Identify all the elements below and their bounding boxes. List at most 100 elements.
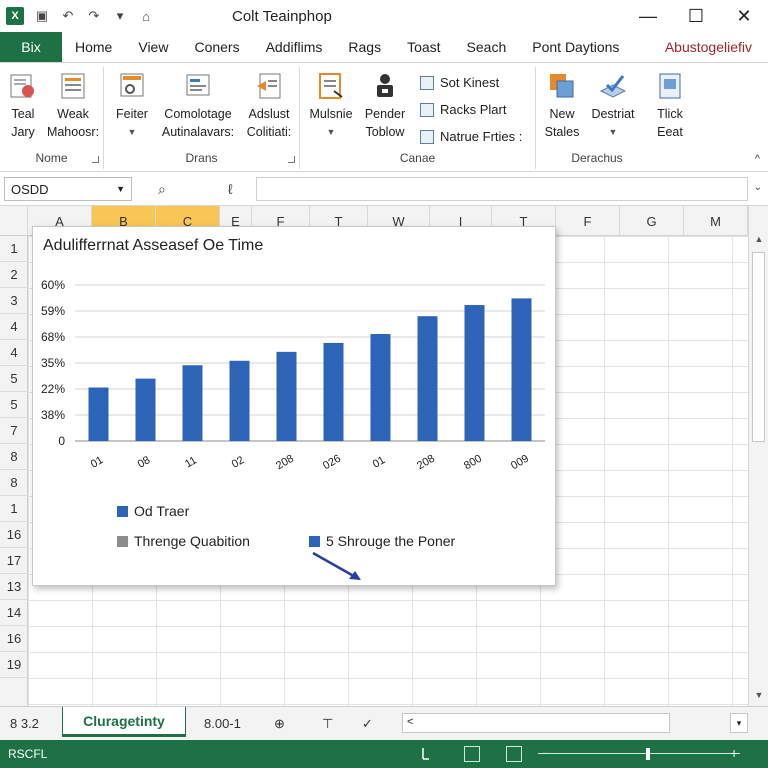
- sheet-nav[interactable]: 8 3.2: [10, 716, 39, 731]
- nome-launcher-icon[interactable]: [92, 156, 99, 163]
- touch-mode-icon[interactable]: ⌂: [138, 8, 154, 24]
- tab-coners[interactable]: Coners: [181, 32, 252, 62]
- select-all-corner[interactable]: [0, 206, 28, 236]
- row-header[interactable]: 13: [0, 574, 28, 600]
- bar[interactable]: [88, 387, 109, 441]
- name-box-dropdown-icon[interactable]: ▼: [116, 184, 125, 194]
- sheet-tab-active[interactable]: Cluragetinty: [62, 707, 186, 737]
- name-box[interactable]: OSDD ▼: [4, 177, 132, 201]
- bar[interactable]: [135, 378, 156, 441]
- feiter-button[interactable]: Feiter ▼: [110, 71, 154, 141]
- scroll-up-icon[interactable]: ▲: [749, 230, 768, 248]
- sheet-check-icon[interactable]: ✓: [362, 716, 373, 732]
- insert-function-icon[interactable]: ℓ: [228, 181, 233, 197]
- tab-view[interactable]: View: [125, 32, 181, 62]
- natrue-frties-button[interactable]: Natrue Frties :: [420, 129, 522, 144]
- weak-button[interactable]: Weak Mahoosr:: [44, 71, 102, 141]
- comolotage-button[interactable]: Comolotage Autinalavars:: [156, 71, 240, 141]
- zoom-slider[interactable]: [538, 753, 740, 754]
- teal-button[interactable]: Teal Jary: [4, 71, 42, 141]
- bar[interactable]: [182, 365, 203, 441]
- row-header[interactable]: 8: [0, 470, 28, 496]
- column-header[interactable]: F: [556, 206, 620, 236]
- sheet-tab-extra[interactable]: 8.00-1: [204, 716, 241, 731]
- column-header[interactable]: G: [620, 206, 684, 236]
- tab-file[interactable]: Bix: [0, 32, 62, 62]
- scroll-thumb[interactable]: [752, 252, 765, 442]
- add-sheet-icon[interactable]: ⊕: [274, 716, 285, 732]
- legend-entry-3[interactable]: 5 Shrouge the Poner: [309, 533, 455, 549]
- row-header[interactable]: 14: [0, 600, 28, 626]
- destriat-dropdown-icon[interactable]: ▼: [609, 123, 618, 141]
- close-button[interactable]: ✕: [720, 0, 768, 32]
- row-header[interactable]: 5: [0, 392, 28, 418]
- tab-addiflims[interactable]: Addiflims: [253, 32, 336, 62]
- row-header[interactable]: 4: [0, 340, 28, 366]
- tab-rags[interactable]: Rags: [335, 32, 394, 62]
- row-header[interactable]: 16: [0, 522, 28, 548]
- row-header[interactable]: 19: [0, 652, 28, 678]
- row-header[interactable]: 1: [0, 236, 28, 262]
- destriat-button[interactable]: Destriat ▼: [584, 71, 642, 141]
- undo-icon[interactable]: ↶: [60, 8, 76, 24]
- redo-icon[interactable]: ↷: [86, 8, 102, 24]
- scroll-left-icon[interactable]: <: [407, 716, 413, 728]
- mulsnie-button[interactable]: Mulsnie ▼: [306, 71, 356, 141]
- zoom-slider-knob[interactable]: [646, 748, 650, 760]
- legend-entry-2[interactable]: Threnge Quabition: [117, 533, 250, 549]
- formula-input[interactable]: [256, 177, 748, 201]
- bar-chart[interactable]: Adulifferrnat Asseasef Oe Time 60% 59% 68%…: [32, 226, 556, 586]
- normal-view-icon[interactable]: [418, 746, 434, 762]
- customize-qat-icon[interactable]: ▾: [112, 8, 128, 24]
- tlick-eeat-button[interactable]: Tlick Eeat: [646, 71, 694, 141]
- tab-home[interactable]: Home: [62, 32, 125, 62]
- row-header[interactable]: 1: [0, 496, 28, 522]
- row-header[interactable]: 3: [0, 288, 28, 314]
- row-header[interactable]: 4: [0, 314, 28, 340]
- row-header[interactable]: 8: [0, 444, 28, 470]
- bar[interactable]: [229, 360, 250, 441]
- bar[interactable]: [511, 298, 532, 441]
- bar[interactable]: [276, 351, 297, 441]
- page-break-icon[interactable]: [506, 746, 522, 762]
- zoom-in-button[interactable]: +: [730, 745, 738, 761]
- legend-entry-1[interactable]: Od Traer: [117, 503, 189, 519]
- racks-plart-button[interactable]: Racks Plart: [420, 102, 506, 117]
- expand-formula-icon[interactable]: ⌄: [754, 182, 762, 193]
- account-name[interactable]: Abustogeliefiv: [665, 39, 752, 55]
- minimize-button[interactable]: —: [624, 0, 672, 32]
- row-header[interactable]: 17: [0, 548, 28, 574]
- row-header[interactable]: 16: [0, 626, 28, 652]
- feiter-dropdown-icon[interactable]: ▼: [128, 123, 137, 141]
- page-layout-icon[interactable]: [464, 746, 480, 762]
- pender-button[interactable]: Pender Toblow: [358, 71, 412, 141]
- drans-launcher-icon[interactable]: [288, 156, 295, 163]
- mulsnie-dropdown-icon[interactable]: ▼: [327, 123, 336, 141]
- bar[interactable]: [417, 316, 438, 441]
- horizontal-scrollbar[interactable]: <: [402, 713, 670, 733]
- new-stales-button[interactable]: New Stales: [540, 71, 584, 141]
- bar[interactable]: [464, 305, 485, 441]
- ribbon-group-canae: Mulsnie ▼ Pender Toblow Sot Kinest Racks…: [300, 67, 536, 169]
- collapse-ribbon-button[interactable]: ^: [755, 153, 760, 165]
- tab-toast[interactable]: Toast: [394, 32, 453, 62]
- row-header[interactable]: 7: [0, 418, 28, 444]
- comolotage-label-1: Comolotage: [164, 107, 232, 121]
- search-function-icon[interactable]: ⌕: [158, 181, 166, 198]
- vertical-scrollbar[interactable]: ▲ ▼: [748, 206, 768, 706]
- bar[interactable]: [323, 342, 344, 441]
- legend-label-3: 5 Shrouge the Poner: [326, 533, 456, 549]
- row-header[interactable]: 2: [0, 262, 28, 288]
- scroll-dropdown-icon[interactable]: ▾: [730, 713, 748, 733]
- sot-kinest-button[interactable]: Sot Kinest: [420, 75, 499, 90]
- bar[interactable]: [370, 334, 391, 441]
- column-header[interactable]: M: [684, 206, 748, 236]
- sheet-option-icon[interactable]: ⊤: [322, 716, 333, 732]
- row-header[interactable]: 5: [0, 366, 28, 392]
- maximize-button[interactable]: ☐: [672, 0, 720, 32]
- tab-seach[interactable]: Seach: [454, 32, 520, 62]
- adslust-button[interactable]: Adslust Colitiati:: [240, 71, 298, 141]
- save-icon[interactable]: ▣: [34, 8, 50, 24]
- scroll-down-icon[interactable]: ▼: [749, 686, 768, 704]
- tab-pont-daytions[interactable]: Pont Daytions: [519, 32, 632, 62]
